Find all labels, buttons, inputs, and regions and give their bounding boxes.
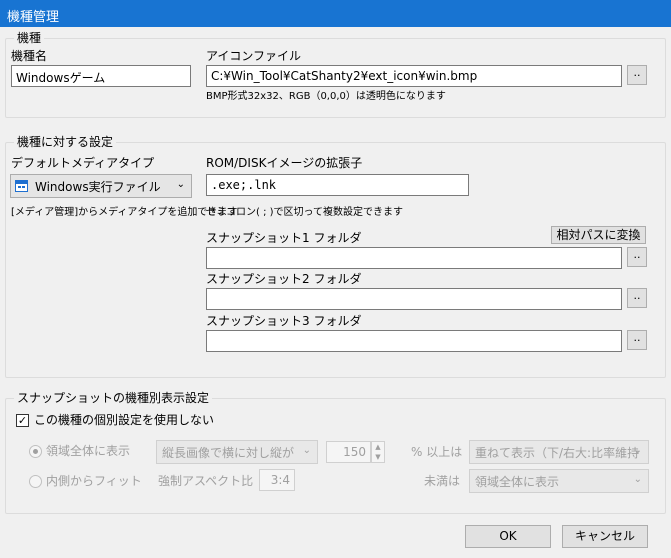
window-titlebar: 機種管理 <box>0 0 671 27</box>
percent-spinner-input[interactable]: 150 <box>326 441 371 463</box>
extension-hint: セミコロン( ; )で区切って複数設定できます <box>206 207 404 218</box>
icon-file-input[interactable]: C:¥Win_Tool¥CatShanty2¥ext_icon¥win.bmp <box>206 65 622 87</box>
extension-label: ROM/DISKイメージの拡張子 <box>206 156 363 170</box>
media-type-select[interactable]: Windows実行ファイル ⌄ <box>10 174 192 198</box>
spinner-down-icon[interactable]: ▼ <box>372 452 384 462</box>
layout-condition-value: 縦長画像で横に対し縦が <box>162 446 295 460</box>
snapshot2-label: スナップショット2 フォルダ <box>206 272 362 286</box>
relative-path-button[interactable]: 相対パスに変換 <box>551 226 646 244</box>
aspect-ratio-label: 強制アスペクト比 <box>158 474 254 488</box>
snapshot-display-group-title: スナップショットの機種別表示設定 <box>14 390 213 406</box>
fill-area-radio[interactable] <box>29 445 42 458</box>
windows-window-icon <box>15 180 28 192</box>
settings-group-title: 機種に対する設定 <box>14 134 117 150</box>
chevron-down-icon: ⌄ <box>302 445 311 456</box>
over-threshold-select[interactable]: 重ねて表示（下/右大:比率維持 ⌄ <box>469 440 649 464</box>
machine-group-title: 機種 <box>14 30 45 46</box>
under-threshold-label: 未満は <box>424 474 461 488</box>
snapshot2-input[interactable] <box>206 288 622 310</box>
disable-individual-label[interactable]: この機種の個別設定を使用しない <box>34 413 214 427</box>
percent-spinner-buttons[interactable]: ▲ ▼ <box>371 441 385 463</box>
spinner-up-icon[interactable]: ▲ <box>372 442 384 452</box>
over-threshold-value: 重ねて表示（下/右大:比率維持 <box>475 446 640 460</box>
icon-browse-button[interactable]: .. <box>627 65 647 85</box>
fit-inside-label[interactable]: 内側からフィット <box>46 474 142 488</box>
snapshot3-input[interactable] <box>206 330 622 352</box>
icon-file-label: アイコンファイル <box>206 49 302 63</box>
chevron-down-icon: ⌄ <box>633 474 642 485</box>
snapshot1-browse-button[interactable]: .. <box>627 247 647 267</box>
icon-hint: BMP形式32x32、RGB（0,0,0）は透明色になります <box>206 91 446 102</box>
snapshot3-label: スナップショット3 フォルダ <box>206 314 362 328</box>
snapshot2-browse-button[interactable]: .. <box>627 288 647 308</box>
snapshot1-input[interactable] <box>206 247 622 269</box>
extension-input[interactable]: .exe;.lnk <box>206 174 469 196</box>
chevron-down-icon: ⌄ <box>633 445 642 456</box>
aspect-ratio-input[interactable]: 3:4 <box>259 469 295 491</box>
snapshot1-label: スナップショット1 フォルダ <box>206 231 362 245</box>
window-title: 機種管理 <box>7 10 60 25</box>
machine-name-input[interactable]: Windowsゲーム <box>11 65 191 87</box>
percent-label: % 以上は <box>411 445 463 459</box>
snapshot3-browse-button[interactable]: .. <box>627 330 647 350</box>
under-threshold-select[interactable]: 領域全体に表示 ⌄ <box>469 469 649 493</box>
chevron-down-icon: ⌄ <box>176 179 185 190</box>
under-threshold-value: 領域全体に表示 <box>475 475 560 489</box>
cancel-button[interactable]: キャンセル <box>562 525 648 548</box>
fit-inside-radio[interactable] <box>29 475 42 488</box>
machine-name-label: 機種名 <box>11 49 48 63</box>
media-type-label: デフォルトメディアタイプ <box>11 156 155 170</box>
layout-condition-select[interactable]: 縦長画像で横に対し縦が ⌄ <box>156 440 318 464</box>
disable-individual-checkbox[interactable]: ✓ <box>16 414 29 427</box>
media-type-value: Windows実行ファイル <box>35 180 161 194</box>
media-type-hint: [メディア管理]からメディアタイプを追加できます <box>11 207 238 218</box>
fill-area-label[interactable]: 領域全体に表示 <box>46 444 130 458</box>
ok-button[interactable]: OK <box>465 525 551 548</box>
